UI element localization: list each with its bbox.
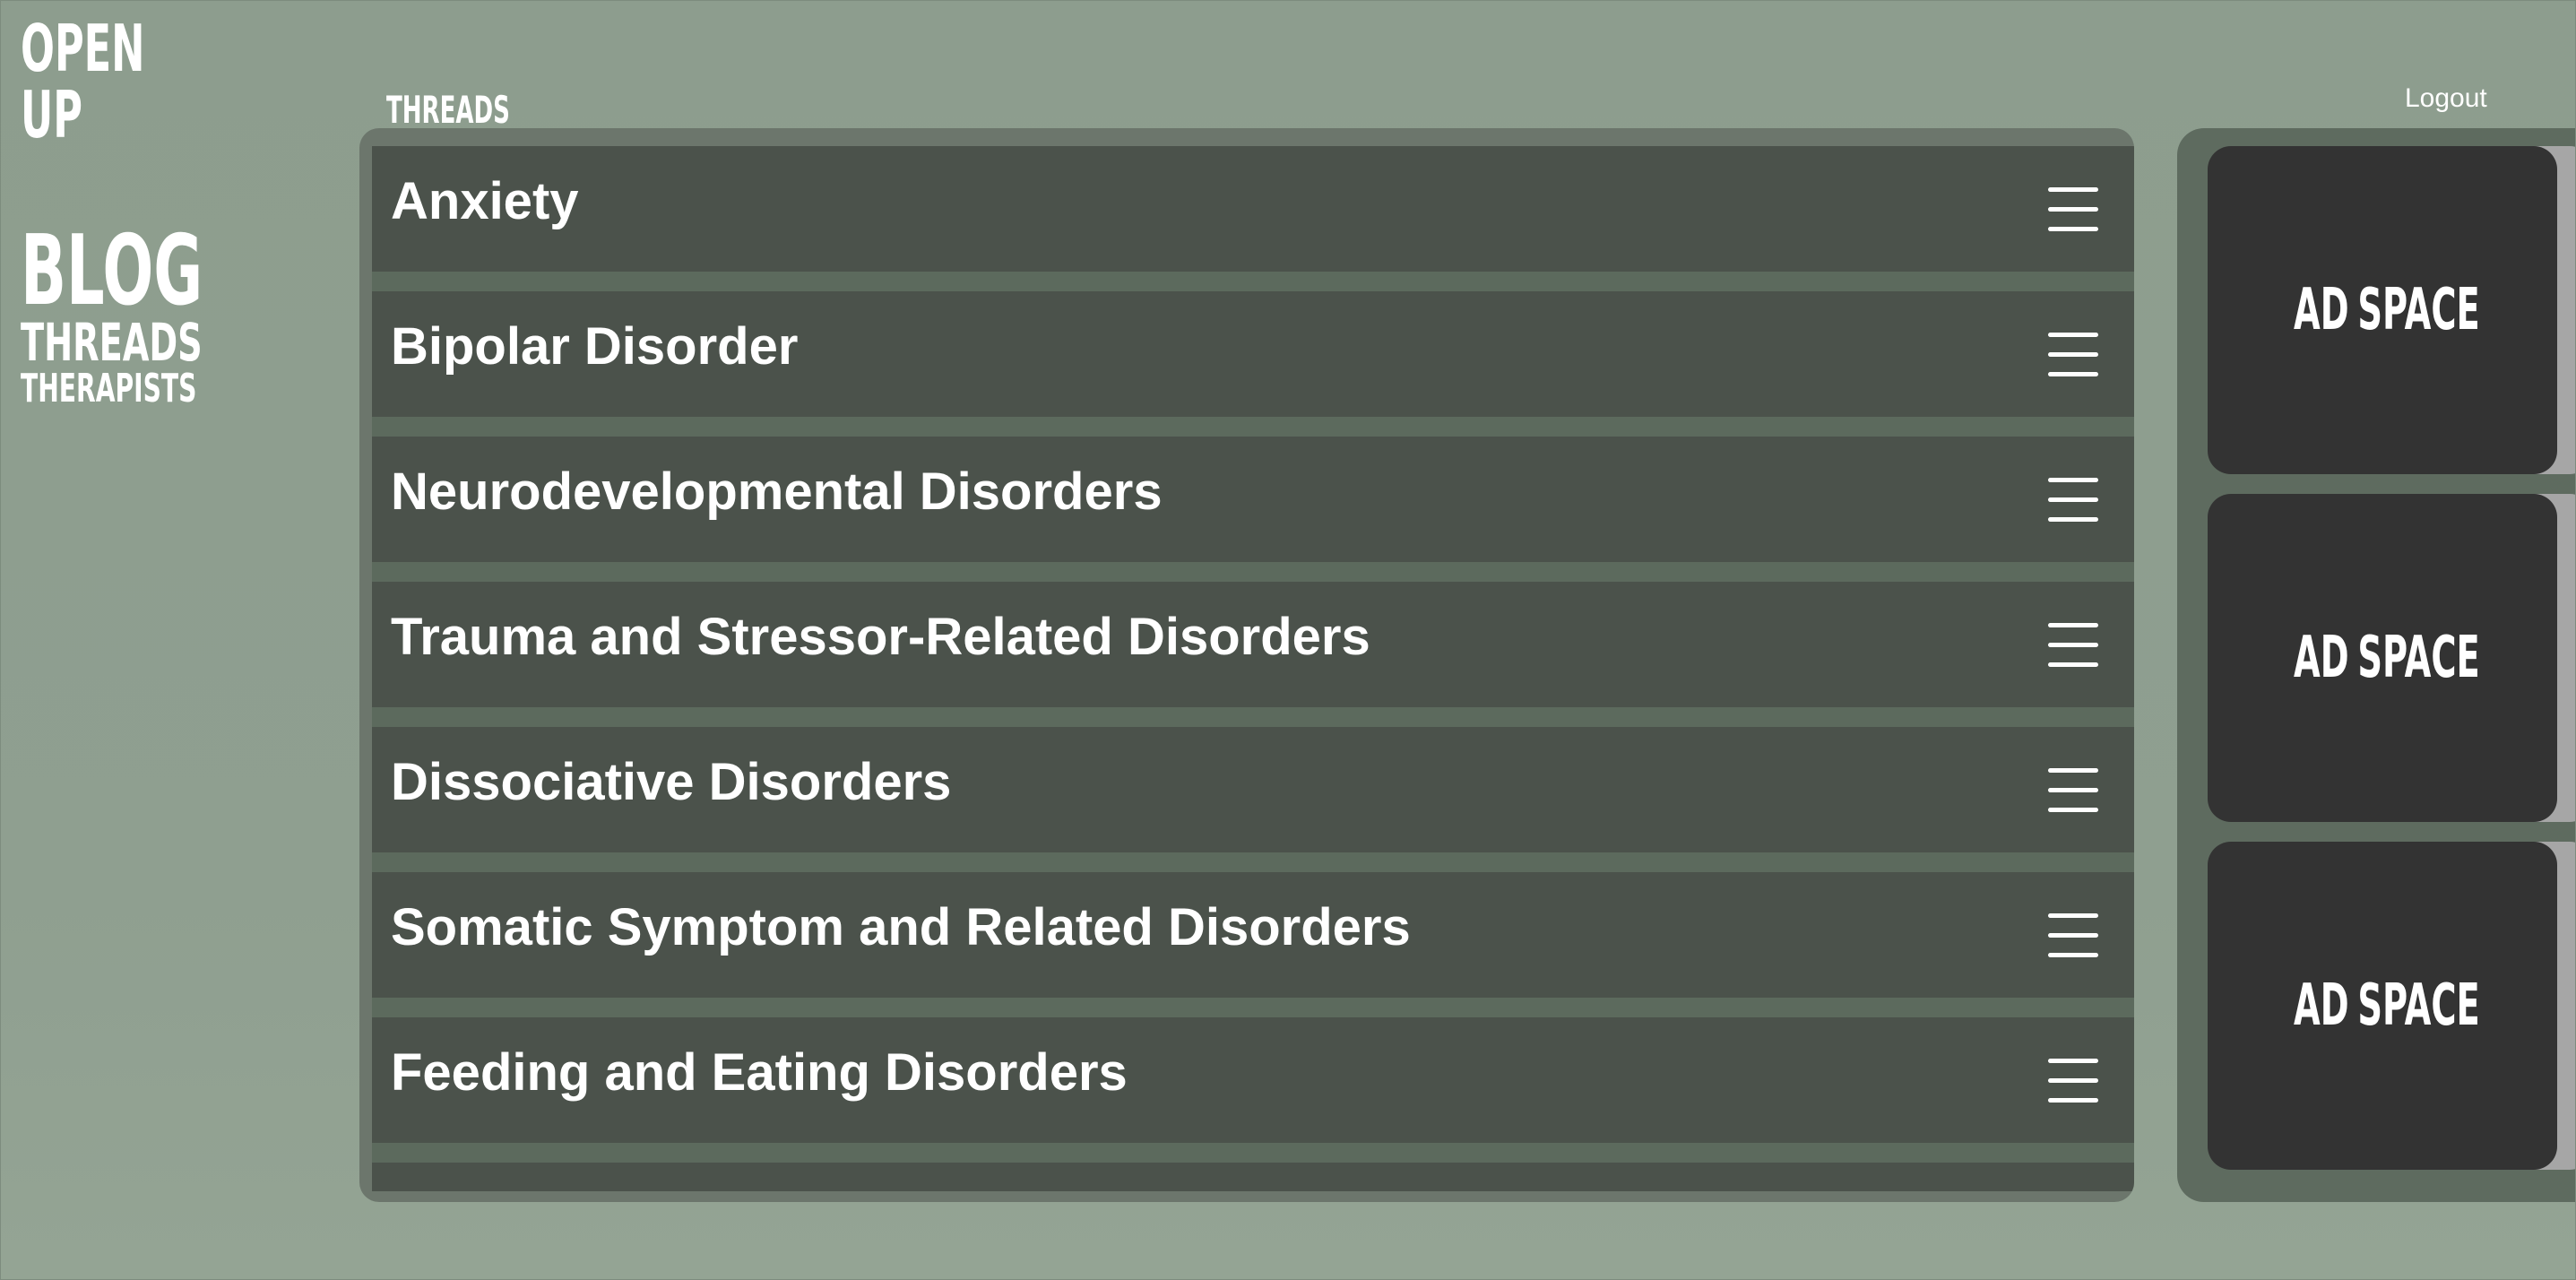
thread-row-partial[interactable]: [372, 1163, 2134, 1191]
hamburger-menu-icon[interactable]: [2048, 623, 2098, 668]
thread-title: Anxiety: [391, 172, 579, 230]
thread-row-neurodevelopmental-disorders[interactable]: Neurodevelopmental Disorders: [372, 437, 2134, 582]
hamburger-menu-icon[interactable]: [2048, 1059, 2098, 1103]
thread-row-feeding-eating-disorders[interactable]: Feeding and Eating Disorders: [372, 1017, 2134, 1163]
sidebar-nav: BLOG THREADS THERAPISTS: [21, 223, 315, 410]
ad-space-2[interactable]: AD SPACE: [2208, 494, 2575, 822]
ad-label-wrap: AD SPACE: [2208, 494, 2557, 822]
ad-space-3[interactable]: AD SPACE: [2208, 842, 2575, 1170]
thread-title: Feeding and Eating Disorders: [391, 1043, 1128, 1102]
page-title: THREADS: [386, 88, 510, 132]
hamburger-menu-icon[interactable]: [2048, 913, 2098, 958]
ad-label: AD SPACE: [2294, 277, 2480, 343]
hamburger-menu-icon[interactable]: [2048, 478, 2098, 523]
thread-title: Neurodevelopmental Disorders: [391, 463, 1163, 521]
nav-link-threads[interactable]: THREADS: [21, 316, 214, 368]
app-window: OPEN UP BLOG THREADS THERAPISTS THREADS …: [0, 0, 2576, 1280]
thread-title: Dissociative Disorders: [391, 753, 952, 811]
ad-label: AD SPACE: [2294, 973, 2480, 1039]
hamburger-menu-icon[interactable]: [2048, 333, 2098, 377]
thread-title: Trauma and Stressor-Related Disorders: [391, 608, 1370, 666]
ad-space-1[interactable]: AD SPACE: [2208, 146, 2575, 474]
ads-sidebar: AD SPACE AD SPACE AD SPACE: [2177, 128, 2575, 1202]
hamburger-menu-icon[interactable]: [2048, 768, 2098, 813]
nav-link-therapists[interactable]: THERAPISTS: [21, 368, 209, 410]
hamburger-menu-icon[interactable]: [2048, 187, 2098, 232]
thread-row-trauma-disorders[interactable]: Trauma and Stressor-Related Disorders: [372, 582, 2134, 727]
threads-panel: Anxiety Bipolar Disorder Neurodevelopmen…: [359, 128, 2134, 1202]
thread-row-bipolar-disorder[interactable]: Bipolar Disorder: [372, 291, 2134, 437]
thread-row-dissociative-disorders[interactable]: Dissociative Disorders: [372, 727, 2134, 872]
brand-logo[interactable]: OPEN UP: [21, 15, 220, 148]
threads-list[interactable]: Anxiety Bipolar Disorder Neurodevelopmen…: [372, 146, 2134, 1191]
brand-line-2: UP: [21, 77, 82, 152]
ad-label-wrap: AD SPACE: [2208, 146, 2557, 474]
thread-title: Bipolar Disorder: [391, 317, 799, 376]
brand-line-1: OPEN: [21, 11, 145, 86]
nav-link-blog[interactable]: BLOG: [21, 223, 203, 320]
thread-row-somatic-symptom-disorders[interactable]: Somatic Symptom and Related Disorders: [372, 872, 2134, 1017]
ad-label: AD SPACE: [2294, 625, 2480, 691]
thread-row-anxiety[interactable]: Anxiety: [372, 146, 2134, 291]
logout-link[interactable]: Logout: [2405, 83, 2487, 114]
ad-label-wrap: AD SPACE: [2208, 842, 2557, 1170]
thread-title: Somatic Symptom and Related Disorders: [391, 898, 1411, 956]
